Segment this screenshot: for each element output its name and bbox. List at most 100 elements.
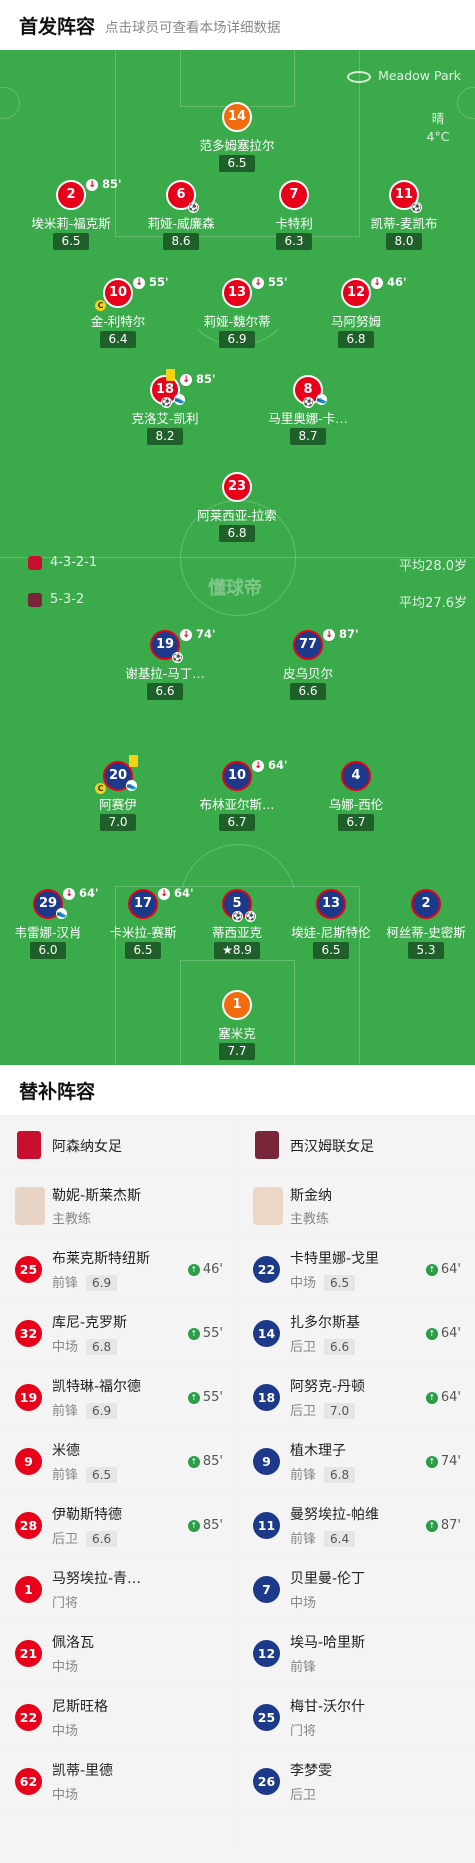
captain-icon: C — [95, 300, 106, 311]
sub-player-row[interactable]: 28 伊勒斯特德 后卫 6.6 ↑ 85' — [0, 1495, 237, 1559]
sub-player-row[interactable]: 18 阿努克-丹顿 后卫 7.0 ↑ 64' — [238, 1367, 475, 1431]
player-position: 后卫 — [290, 1404, 317, 1419]
jersey-number: 28 — [15, 1512, 42, 1539]
player-a4[interactable]: 4 乌娜-西伦 6.7 — [296, 761, 416, 831]
player-name: 莉娅-魏尔蒂 — [203, 314, 271, 329]
away-team-row[interactable]: 西汉姆联女足 — [238, 1116, 475, 1175]
player-position: 中场 — [290, 1596, 317, 1611]
home-coach-row[interactable]: 勒妮-斯莱杰斯 主教练 — [0, 1175, 237, 1239]
weather-condition: 晴 — [431, 111, 445, 126]
player-name: 金-利特尔 — [90, 314, 146, 329]
player-rating: 6.5 — [324, 1275, 356, 1291]
sub-player-row[interactable]: 62 凯蒂-里德 中场 — [0, 1751, 237, 1815]
jersey-number: 77 — [298, 637, 318, 652]
sub-player-row[interactable]: 26 李梦雯 后卫 — [238, 1751, 475, 1815]
sub-player-row[interactable]: 1 马努埃拉-青… 门将 — [0, 1559, 237, 1623]
player-name: 曼努埃拉-帕维 — [290, 1507, 380, 1523]
sub-on-event: ↑ 87' — [425, 1518, 461, 1533]
player-position-line: 中场 — [52, 1656, 78, 1675]
sub-on-event: ↑ 64' — [425, 1326, 461, 1341]
player-rating: 6.3 — [276, 233, 312, 250]
sub-on-icon: ↑ — [425, 1519, 438, 1532]
home-formation: 4-3-2-1 — [28, 555, 97, 570]
jersey-number: 23 — [222, 472, 252, 502]
player-h23[interactable]: 23 阿莱西亚-拉索 6.8 — [177, 472, 297, 542]
player-position: 前锋 — [290, 1468, 317, 1483]
away-coach-row[interactable]: 斯金纳 主教练 — [238, 1175, 475, 1239]
sub-player-row[interactable]: 7 贝里曼-伦丁 中场 — [238, 1559, 475, 1623]
player-a77[interactable]: 77 ↓ 87' 皮乌贝尔 6.6 — [248, 627, 368, 700]
sub-player-row[interactable]: 25 梅甘-沃尔什 门将 — [238, 1687, 475, 1751]
sub-player-row[interactable]: 25 布莱克斯特纽斯 前锋 6.9 ↑ 46' — [0, 1239, 237, 1303]
player-rating: 6.4 — [324, 1531, 356, 1547]
player-a10[interactable]: 10 ↓ 64' 布林亚尔斯… 6.7 — [177, 758, 297, 831]
sub-on-event: ↑ 64' — [425, 1262, 461, 1277]
player-h8[interactable]: 8 ⚽ 👟 马里奥娜-卡… 8.7 — [248, 375, 368, 445]
player-h13[interactable]: 13 ↓ 55' 莉娅-魏尔蒂 6.9 — [177, 275, 297, 348]
sub-player-row[interactable]: 14 扎多尔斯基 后卫 6.6 ↑ 64' — [238, 1303, 475, 1367]
player-h12[interactable]: 12 ↓ 46' 马阿努姆 6.8 — [296, 275, 416, 348]
sub-on-event: ↑ 85' — [187, 1454, 223, 1469]
sub-off-icon: ↓ — [252, 759, 264, 772]
jersey-number: 25 — [253, 1704, 280, 1731]
player-rating: 6.0 — [30, 942, 66, 959]
sub-on-event: ↑ 74' — [425, 1454, 461, 1469]
player-name: 凯蒂-里德 — [52, 1763, 114, 1779]
goal-ball-icon: ⚽ — [303, 397, 314, 408]
sub-off-icon: ↓ — [252, 276, 264, 289]
player-position-line: 中场 6.5 — [290, 1272, 356, 1291]
player-name: 莉娅-威廉森 — [147, 216, 215, 231]
player-name: 皮乌贝尔 — [282, 666, 333, 681]
sub-on-minute: 64' — [440, 1390, 461, 1405]
sub-minute: 55' — [268, 275, 288, 289]
coach-name: 斯金纳 — [290, 1188, 332, 1204]
sub-player-row[interactable]: 19 凯特琳-福尔德 前锋 6.9 ↑ 55' — [0, 1367, 237, 1431]
player-a2[interactable]: 2 柯丝蒂-史密斯 5.3 — [366, 889, 475, 959]
jersey-number: 18 — [253, 1384, 280, 1411]
sub-on-minute: 55' — [202, 1390, 223, 1405]
goal-ball-icon: ⚽ — [188, 202, 199, 213]
sub-player-row[interactable]: 21 佩洛瓦 中场 — [0, 1623, 237, 1687]
player-h14[interactable]: 14 范多姆塞拉尔 6.5 — [177, 102, 297, 172]
player-h11[interactable]: 11 ⚽ 凯蒂-麦凯布 8.0 — [344, 180, 464, 250]
player-a1[interactable]: 1 塞米克 7.7 — [177, 990, 297, 1060]
westham-crest-icon — [255, 1131, 279, 1159]
sub-player-row[interactable]: 22 尼斯旺格 中场 — [0, 1687, 237, 1751]
player-h7[interactable]: 7 卡特利 6.3 — [234, 180, 354, 250]
sub-on-event: ↑ 64' — [425, 1390, 461, 1405]
player-h2[interactable]: 2 ↓ 85' 埃米莉-福克斯 6.5 — [11, 177, 131, 250]
player-h10[interactable]: 10 C ↓ 55' 金-利特尔 6.4 — [58, 275, 178, 348]
player-position: 中场 — [52, 1788, 79, 1803]
sub-player-row[interactable]: 9 植木理子 前锋 6.8 ↑ 74' — [238, 1431, 475, 1495]
home-subs-column: 阿森纳女足 勒妮-斯莱杰斯 主教练 25 布莱克斯特纽斯 前锋 6.9 ↑ 46' 32 库尼… — [0, 1116, 237, 1815]
home-team-row[interactable]: 阿森纳女足 — [0, 1116, 237, 1175]
player-h6[interactable]: 6 ⚽ 莉娅-威廉森 8.6 — [121, 180, 241, 250]
player-name: 梅甘-沃尔什 — [290, 1699, 366, 1715]
yellow-card-icon — [166, 369, 175, 381]
assist-boot-icon: 👟 — [316, 394, 327, 405]
player-h18[interactable]: 18 ⚽ 👟 ↓ 85' 克洛艾-凯利 8.2 — [105, 369, 225, 445]
sub-minute: 64' — [268, 758, 288, 772]
sub-on-minute: 46' — [202, 1262, 223, 1277]
jersey-number: 9 — [253, 1448, 280, 1475]
player-name: 阿赛伊 — [99, 797, 137, 812]
sub-on-minute: 55' — [202, 1326, 223, 1341]
jersey-number: 10 — [108, 285, 128, 300]
player-position-line: 前锋 6.5 — [52, 1464, 118, 1483]
home-formation-text: 4-3-2-1 — [50, 555, 98, 570]
coach-role: 主教练 — [290, 1212, 330, 1227]
sub-player-row[interactable]: 32 库尼-克罗斯 中场 6.8 ↑ 55' — [0, 1303, 237, 1367]
player-rating: 6.7 — [219, 814, 255, 831]
jersey-number: 12 — [253, 1640, 280, 1667]
sub-player-row[interactable]: 12 埃马-哈里斯 前锋 — [238, 1623, 475, 1687]
goal-ball-icon: ⚽ — [172, 652, 183, 663]
player-a20[interactable]: 20 C 👟 阿赛伊 7.0 — [58, 755, 178, 831]
player-name: 凯蒂-麦凯布 — [370, 216, 438, 231]
sub-player-row[interactable]: 11 曼努埃拉-帕维 前锋 6.4 ↑ 87' — [238, 1495, 475, 1559]
sub-player-row[interactable]: 22 卡特里娜-戈里 中场 6.5 ↑ 64' — [238, 1239, 475, 1303]
player-a19[interactable]: 19 ⚽ ↓ 74' 谢基拉-马丁… 6.6 — [105, 627, 225, 700]
player-position: 门将 — [290, 1724, 317, 1739]
player-rating: 6.5 — [125, 942, 161, 959]
jersey-number: 5 — [232, 896, 242, 911]
sub-player-row[interactable]: 9 米德 前锋 6.5 ↑ 85' — [0, 1431, 237, 1495]
